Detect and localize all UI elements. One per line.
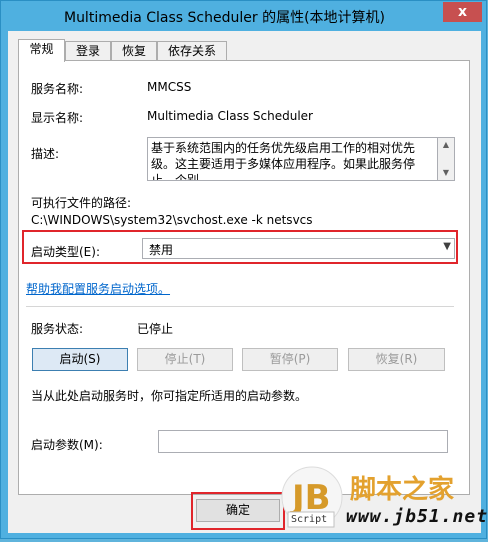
pause-button[interactable]: 暂停(P) xyxy=(242,348,338,371)
tab-dependencies[interactable]: 依存关系 xyxy=(157,41,227,61)
dialog-client: 常规 登录 恢复 依存关系 服务名称: MMCSS 显示名称: Multimed… xyxy=(8,31,481,533)
close-button[interactable]: x xyxy=(443,2,482,22)
stop-button[interactable]: 停止(T) xyxy=(137,348,233,371)
exe-path-label: 可执行文件的路径: xyxy=(31,196,132,210)
startup-type-value: 禁用 xyxy=(149,243,174,257)
watermark: JB Script 脚本之家 www.jb51.net xyxy=(270,465,488,539)
display-name-label: 显示名称: xyxy=(31,111,84,125)
scroll-up-icon[interactable]: ▲ xyxy=(438,138,454,152)
watermark-logo-sub: Script xyxy=(291,514,328,525)
divider xyxy=(26,306,454,307)
start-button[interactable]: 启动(S) xyxy=(32,348,128,371)
resume-button[interactable]: 恢复(R) xyxy=(348,348,445,371)
properties-window: Multimedia Class Scheduler 的属性(本地计算机) x … xyxy=(0,0,487,539)
start-params-label: 启动参数(M): xyxy=(31,438,103,452)
startup-type-select[interactable]: 禁用 ▼ xyxy=(142,238,455,259)
close-icon: x xyxy=(457,4,468,20)
title-bar[interactable]: Multimedia Class Scheduler 的属性(本地计算机) x xyxy=(1,1,488,31)
display-name-value: Multimedia Class Scheduler xyxy=(147,109,313,123)
service-name-label: 服务名称: xyxy=(31,82,84,96)
description-label: 描述: xyxy=(31,147,60,161)
help-link[interactable]: 帮助我配置服务启动选项。 xyxy=(26,280,170,297)
start-params-input[interactable] xyxy=(158,430,448,453)
tab-logon[interactable]: 登录 xyxy=(65,41,111,61)
description-textbox[interactable]: 基于系统范围内的任务优先级启用工作的相对优先级。这主要适用于多媒体应用程序。如果… xyxy=(147,137,438,181)
service-status-value: 已停止 xyxy=(137,322,174,336)
ok-button[interactable]: 确定 xyxy=(196,499,280,522)
tab-general[interactable]: 常规 xyxy=(18,39,65,62)
watermark-site-name: 脚本之家 xyxy=(350,475,455,505)
tab-recovery[interactable]: 恢复 xyxy=(111,41,157,61)
scroll-down-icon[interactable]: ▼ xyxy=(438,166,454,180)
description-scrollbar[interactable]: ▲ ▼ xyxy=(438,137,455,181)
start-params-hint: 当从此处启动服务时，你可指定所适用的启动参数。 xyxy=(31,389,308,403)
exe-path-value: C:\WINDOWS\system32\svchost.exe -k netsv… xyxy=(31,213,313,227)
service-name-value: MMCSS xyxy=(147,80,192,94)
general-tab-page: 服务名称: MMCSS 显示名称: Multimedia Class Sched… xyxy=(18,60,470,495)
watermark-url: www.jb51.net xyxy=(346,506,488,527)
startup-type-label: 启动类型(E): xyxy=(31,245,100,259)
chevron-down-icon: ▼ xyxy=(443,241,451,252)
service-status-label: 服务状态: xyxy=(31,322,84,336)
window-title: Multimedia Class Scheduler 的属性(本地计算机) xyxy=(63,10,386,26)
